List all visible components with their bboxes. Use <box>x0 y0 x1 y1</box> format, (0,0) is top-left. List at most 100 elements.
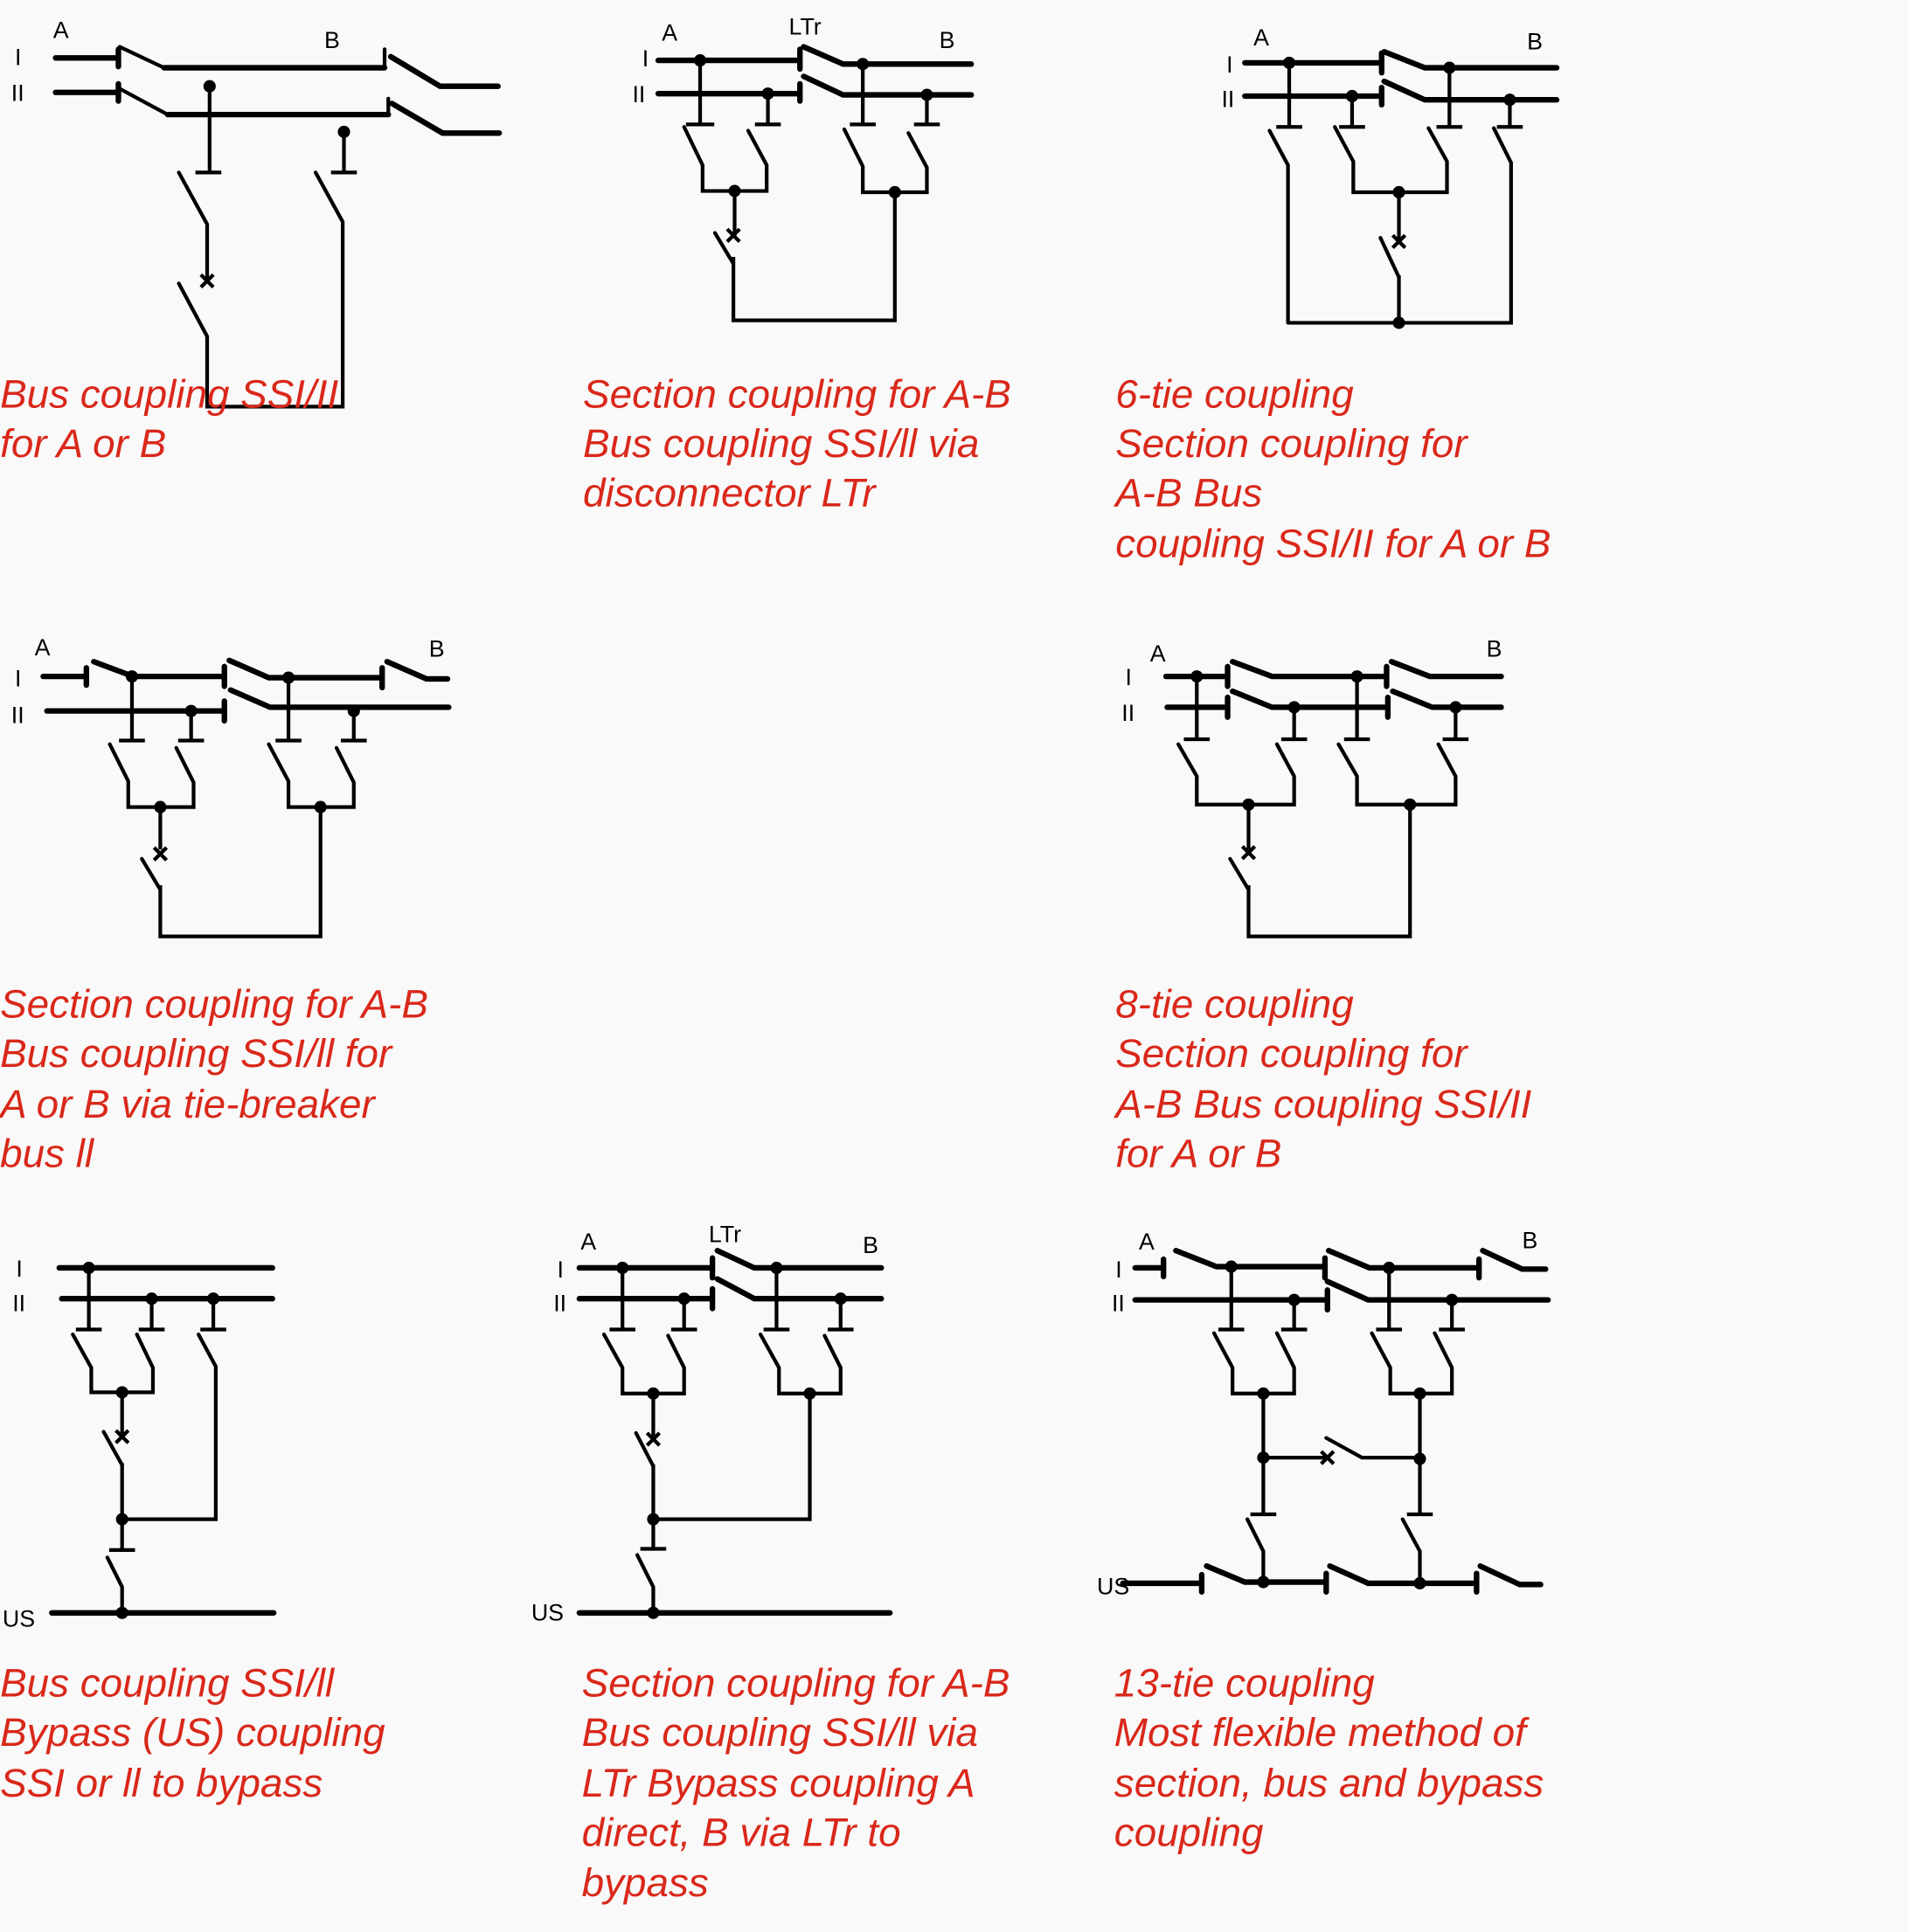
bus-I-label: I <box>1115 1257 1121 1283</box>
section-switches-middle[interactable] <box>1230 659 1391 720</box>
caption-line: section, bus and bypass <box>1114 1761 1544 1805</box>
section-switch-B[interactable] <box>384 659 451 682</box>
section-B-label: B <box>863 1232 878 1258</box>
section-B-switches[interactable] <box>387 53 503 136</box>
diagram-six-tie-coupling: I II A B <box>1221 24 1560 329</box>
diagram-section-coupling-tie-breaker: I II A B <box>11 634 452 938</box>
junction <box>1413 1576 1426 1589</box>
coupling-breaker[interactable] <box>1228 856 1251 892</box>
diagram-bypass-coupling: I II US <box>3 1256 277 1631</box>
selector-switches[interactable] <box>682 125 929 195</box>
caption-line: SSI or ll to bypass <box>0 1761 323 1805</box>
tie-breaker-switches[interactable] <box>226 657 452 710</box>
section-switches[interactable] <box>1381 49 1560 103</box>
bus-I-label: I <box>557 1257 563 1283</box>
bus-bars-A <box>576 1255 716 1312</box>
bypass-switch-mid[interactable] <box>1327 1563 1480 1595</box>
bus-I-label: I <box>16 1256 22 1282</box>
section-A-label: A <box>53 17 69 44</box>
caption-eight-tie-coupling: 8-tie coupling Section coupling for A-B … <box>1113 982 1531 1176</box>
bus-I-label: I <box>15 665 21 691</box>
bus-II-label: II <box>553 1290 566 1316</box>
caption-thirteen-tie-coupling: 13-tie coupling Most flexible method of … <box>1114 1661 1544 1855</box>
junction <box>647 1606 660 1619</box>
section-switches-B[interactable] <box>1388 659 1504 710</box>
busbar-coupling-diagrams: I II A B I II A LTr B I II A B I II A B … <box>0 13 1560 1905</box>
caption-line: direct, B via LTr to <box>582 1810 901 1854</box>
selector-switches[interactable] <box>108 742 356 809</box>
caption-line: Bus coupling SSI/ll <box>0 1661 336 1706</box>
bus-bars-A <box>1242 50 1384 108</box>
caption-line: for A or B <box>0 421 166 466</box>
caption-line: Section coupling for A-B <box>583 372 1011 417</box>
bypass-bus-bar-A <box>1120 1571 1205 1595</box>
bus-I-label: I <box>1226 52 1232 78</box>
bus-disconnectors <box>195 84 357 175</box>
bypass-switch-B[interactable] <box>1477 1563 1544 1588</box>
bus-II-label: II <box>1121 700 1134 726</box>
section-switch-II[interactable] <box>117 87 391 117</box>
coupling-breaker[interactable] <box>140 856 163 892</box>
section-switch-mid-II[interactable] <box>1324 1278 1551 1303</box>
selector-switches[interactable] <box>1267 125 1513 325</box>
caption-line: LTr Bypass coupling A <box>582 1761 975 1805</box>
junction <box>115 1606 128 1619</box>
section-switch-I[interactable] <box>117 45 387 70</box>
bypass-disconnector[interactable] <box>105 1555 124 1615</box>
coupling-wire <box>158 805 323 938</box>
caption-line: Bus coupling SSI/ll for <box>0 1031 393 1076</box>
diagram-thirteen-tie-coupling: I II A B US <box>1097 1227 1551 1600</box>
tie-breaker[interactable] <box>1324 1436 1422 1460</box>
section-A-label: A <box>580 1229 596 1255</box>
selector-switches[interactable] <box>1176 742 1458 807</box>
caption-line: Section coupling for <box>1115 1031 1468 1076</box>
disconnector-LTr-label: LTr <box>789 13 822 39</box>
bus-I-label: I <box>1126 664 1132 690</box>
coupling-wire <box>1246 802 1412 938</box>
bypass-disconnector[interactable] <box>635 1553 656 1615</box>
bypass-disconnectors[interactable] <box>1245 1517 1422 1584</box>
section-switch-A[interactable] <box>91 659 227 689</box>
bus-I-label: I <box>15 45 21 71</box>
section-A-label: A <box>1139 1229 1155 1255</box>
bus-I-bar-A <box>1132 1256 1167 1280</box>
caption-line: 13-tie coupling <box>1114 1661 1376 1706</box>
caption-line: Bus coupling SSI/ll via <box>582 1710 978 1755</box>
bus-bars-A <box>655 46 803 104</box>
bus-I-label: I <box>642 45 649 72</box>
section-A-label: A <box>662 20 677 46</box>
caption-line: coupling SSI/II for A or B <box>1115 521 1551 565</box>
caption-line: 6-tie coupling <box>1115 372 1354 417</box>
junction <box>1257 1575 1270 1589</box>
caption-line: Section coupling for A-B <box>0 982 428 1027</box>
bus-II-label: II <box>12 1290 25 1316</box>
diagram-section-bypass-ltr: I II A LTr B US <box>531 1221 893 1625</box>
caption-line: Section coupling for A-B <box>582 1661 1010 1706</box>
caption-line: A-B Bus coupling SSI/II <box>1113 1082 1531 1126</box>
coupling-breaker[interactable] <box>101 1430 124 1467</box>
disconnector-I[interactable] <box>177 170 210 283</box>
bus-II-label: II <box>1221 87 1234 113</box>
ltr-disconnector-switches[interactable] <box>801 44 975 98</box>
bus-II-label: II <box>11 80 24 107</box>
section-B-label: B <box>429 636 445 662</box>
selector-switches[interactable] <box>601 1332 843 1395</box>
caption-section-coupling-tie-breaker: Section coupling for A-B Bus coupling SS… <box>0 982 428 1176</box>
caption-line: bypass <box>582 1860 709 1905</box>
section-A-label: A <box>35 634 51 661</box>
bus-II-label: II <box>11 703 24 729</box>
selector-switches[interactable] <box>1211 1331 1454 1395</box>
bus-II-label: II <box>1112 1290 1125 1316</box>
caption-line: A or B via tie-breaker <box>0 1082 376 1126</box>
caption-line: Bus coupling SSI/ll via <box>583 421 979 466</box>
selector-switches[interactable] <box>71 1332 218 1521</box>
ltr-disconnector-switches[interactable] <box>714 1248 885 1302</box>
caption-section-bypass-ltr: Section coupling for A-B Bus coupling SS… <box>582 1661 1010 1905</box>
diagram-eight-tie-coupling: I II A B <box>1121 636 1504 938</box>
coupling-wires <box>1250 1391 1433 1517</box>
section-switch-mid-I[interactable] <box>1325 1248 1482 1281</box>
diagram-section-coupling-ltr: I II A LTr B <box>632 13 975 322</box>
section-switch-A-I[interactable] <box>1173 1248 1329 1281</box>
caption-line: Most flexible method of <box>1114 1710 1530 1755</box>
caption-section-coupling-ltr: Section coupling for A-B Bus coupling SS… <box>583 372 1011 516</box>
